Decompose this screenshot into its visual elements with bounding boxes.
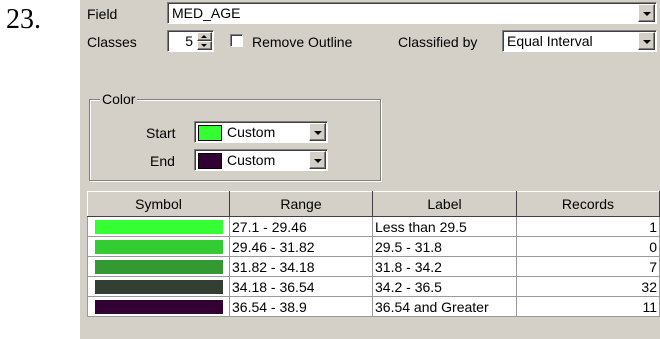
start-label: Start xyxy=(146,125,176,141)
remove-outline-checkbox[interactable] xyxy=(230,34,243,47)
start-color-swatch xyxy=(198,125,222,141)
classes-label: Classes xyxy=(87,34,137,50)
symbol-cell[interactable] xyxy=(87,276,230,297)
color-group-title: Color xyxy=(100,91,138,107)
symbol-swatch xyxy=(94,259,223,274)
field-label: Field xyxy=(87,6,118,22)
symbol-cell[interactable] xyxy=(87,216,230,237)
header-range[interactable]: Range xyxy=(229,191,373,217)
table-row[interactable]: 36.54 - 38.9 36.54 and Greater 11 xyxy=(87,296,660,317)
end-color-dropdown[interactable]: Custom xyxy=(194,149,328,171)
symbol-cell[interactable] xyxy=(87,236,230,257)
end-color-arrow-icon[interactable] xyxy=(309,151,326,169)
end-color-swatch xyxy=(198,153,222,169)
end-color-value: Custom xyxy=(227,152,276,168)
label-cell[interactable]: Less than 29.5 xyxy=(372,216,517,237)
symbol-cell[interactable] xyxy=(87,296,230,317)
range-cell[interactable]: 31.82 - 34.18 xyxy=(229,256,373,277)
table-row[interactable]: 31.82 - 34.18 31.8 - 34.2 7 xyxy=(87,256,660,277)
start-color-arrow-icon[interactable] xyxy=(309,123,326,141)
classified-by-value: Equal Interval xyxy=(507,33,593,49)
records-cell: 32 xyxy=(516,276,660,297)
field-value: MED_AGE xyxy=(172,5,241,21)
table-header-row: Symbol Range Label Records xyxy=(87,191,660,217)
symbol-swatch xyxy=(94,279,223,294)
range-cell[interactable]: 29.46 - 31.82 xyxy=(229,236,373,257)
label-cell[interactable]: 36.54 and Greater xyxy=(372,296,517,317)
symbol-swatch xyxy=(94,299,223,314)
records-cell: 0 xyxy=(516,236,660,257)
label-cell[interactable]: 31.8 - 34.2 xyxy=(372,256,517,277)
end-label: End xyxy=(150,153,175,169)
spin-up-icon[interactable] xyxy=(197,32,212,41)
classes-value: 5 xyxy=(185,33,193,49)
records-cell: 7 xyxy=(516,256,660,277)
symbol-swatch xyxy=(94,239,223,254)
header-label[interactable]: Label xyxy=(372,191,517,217)
range-cell[interactable]: 34.18 - 36.54 xyxy=(229,276,373,297)
range-cell[interactable]: 27.1 - 29.46 xyxy=(229,216,373,237)
classified-by-label: Classified by xyxy=(398,34,478,50)
classified-by-arrow-icon[interactable] xyxy=(638,32,655,50)
classified-by-dropdown[interactable]: Equal Interval xyxy=(502,30,657,52)
records-cell: 11 xyxy=(516,296,660,317)
symbol-cell[interactable] xyxy=(87,256,230,277)
records-cell: 1 xyxy=(516,216,660,237)
figure-number: 23. xyxy=(6,4,41,35)
classification-panel: Field MED_AGE Classes 5 Remove Outline C… xyxy=(80,0,660,339)
range-cell[interactable]: 36.54 - 38.9 xyxy=(229,296,373,317)
classification-table: Symbol Range Label Records 27.1 - 29.46 … xyxy=(87,191,660,317)
table-row[interactable]: 29.46 - 31.82 29.5 - 31.8 0 xyxy=(87,236,660,257)
field-dropdown[interactable]: MED_AGE xyxy=(167,2,657,24)
field-dropdown-arrow-icon[interactable] xyxy=(638,4,655,22)
classes-spinner[interactable]: 5 xyxy=(167,30,214,52)
table-row[interactable]: 34.18 - 36.54 34.2 - 36.5 32 xyxy=(87,276,660,297)
start-color-value: Custom xyxy=(227,124,276,140)
remove-outline-label: Remove Outline xyxy=(252,34,353,50)
start-color-dropdown[interactable]: Custom xyxy=(194,121,328,143)
label-cell[interactable]: 29.5 - 31.8 xyxy=(372,236,517,257)
header-symbol[interactable]: Symbol xyxy=(87,191,230,217)
symbol-swatch xyxy=(94,219,223,234)
header-records[interactable]: Records xyxy=(516,191,660,217)
label-cell[interactable]: 34.2 - 36.5 xyxy=(372,276,517,297)
spin-down-icon[interactable] xyxy=(197,41,212,50)
table-row[interactable]: 27.1 - 29.46 Less than 29.5 1 xyxy=(87,216,660,237)
